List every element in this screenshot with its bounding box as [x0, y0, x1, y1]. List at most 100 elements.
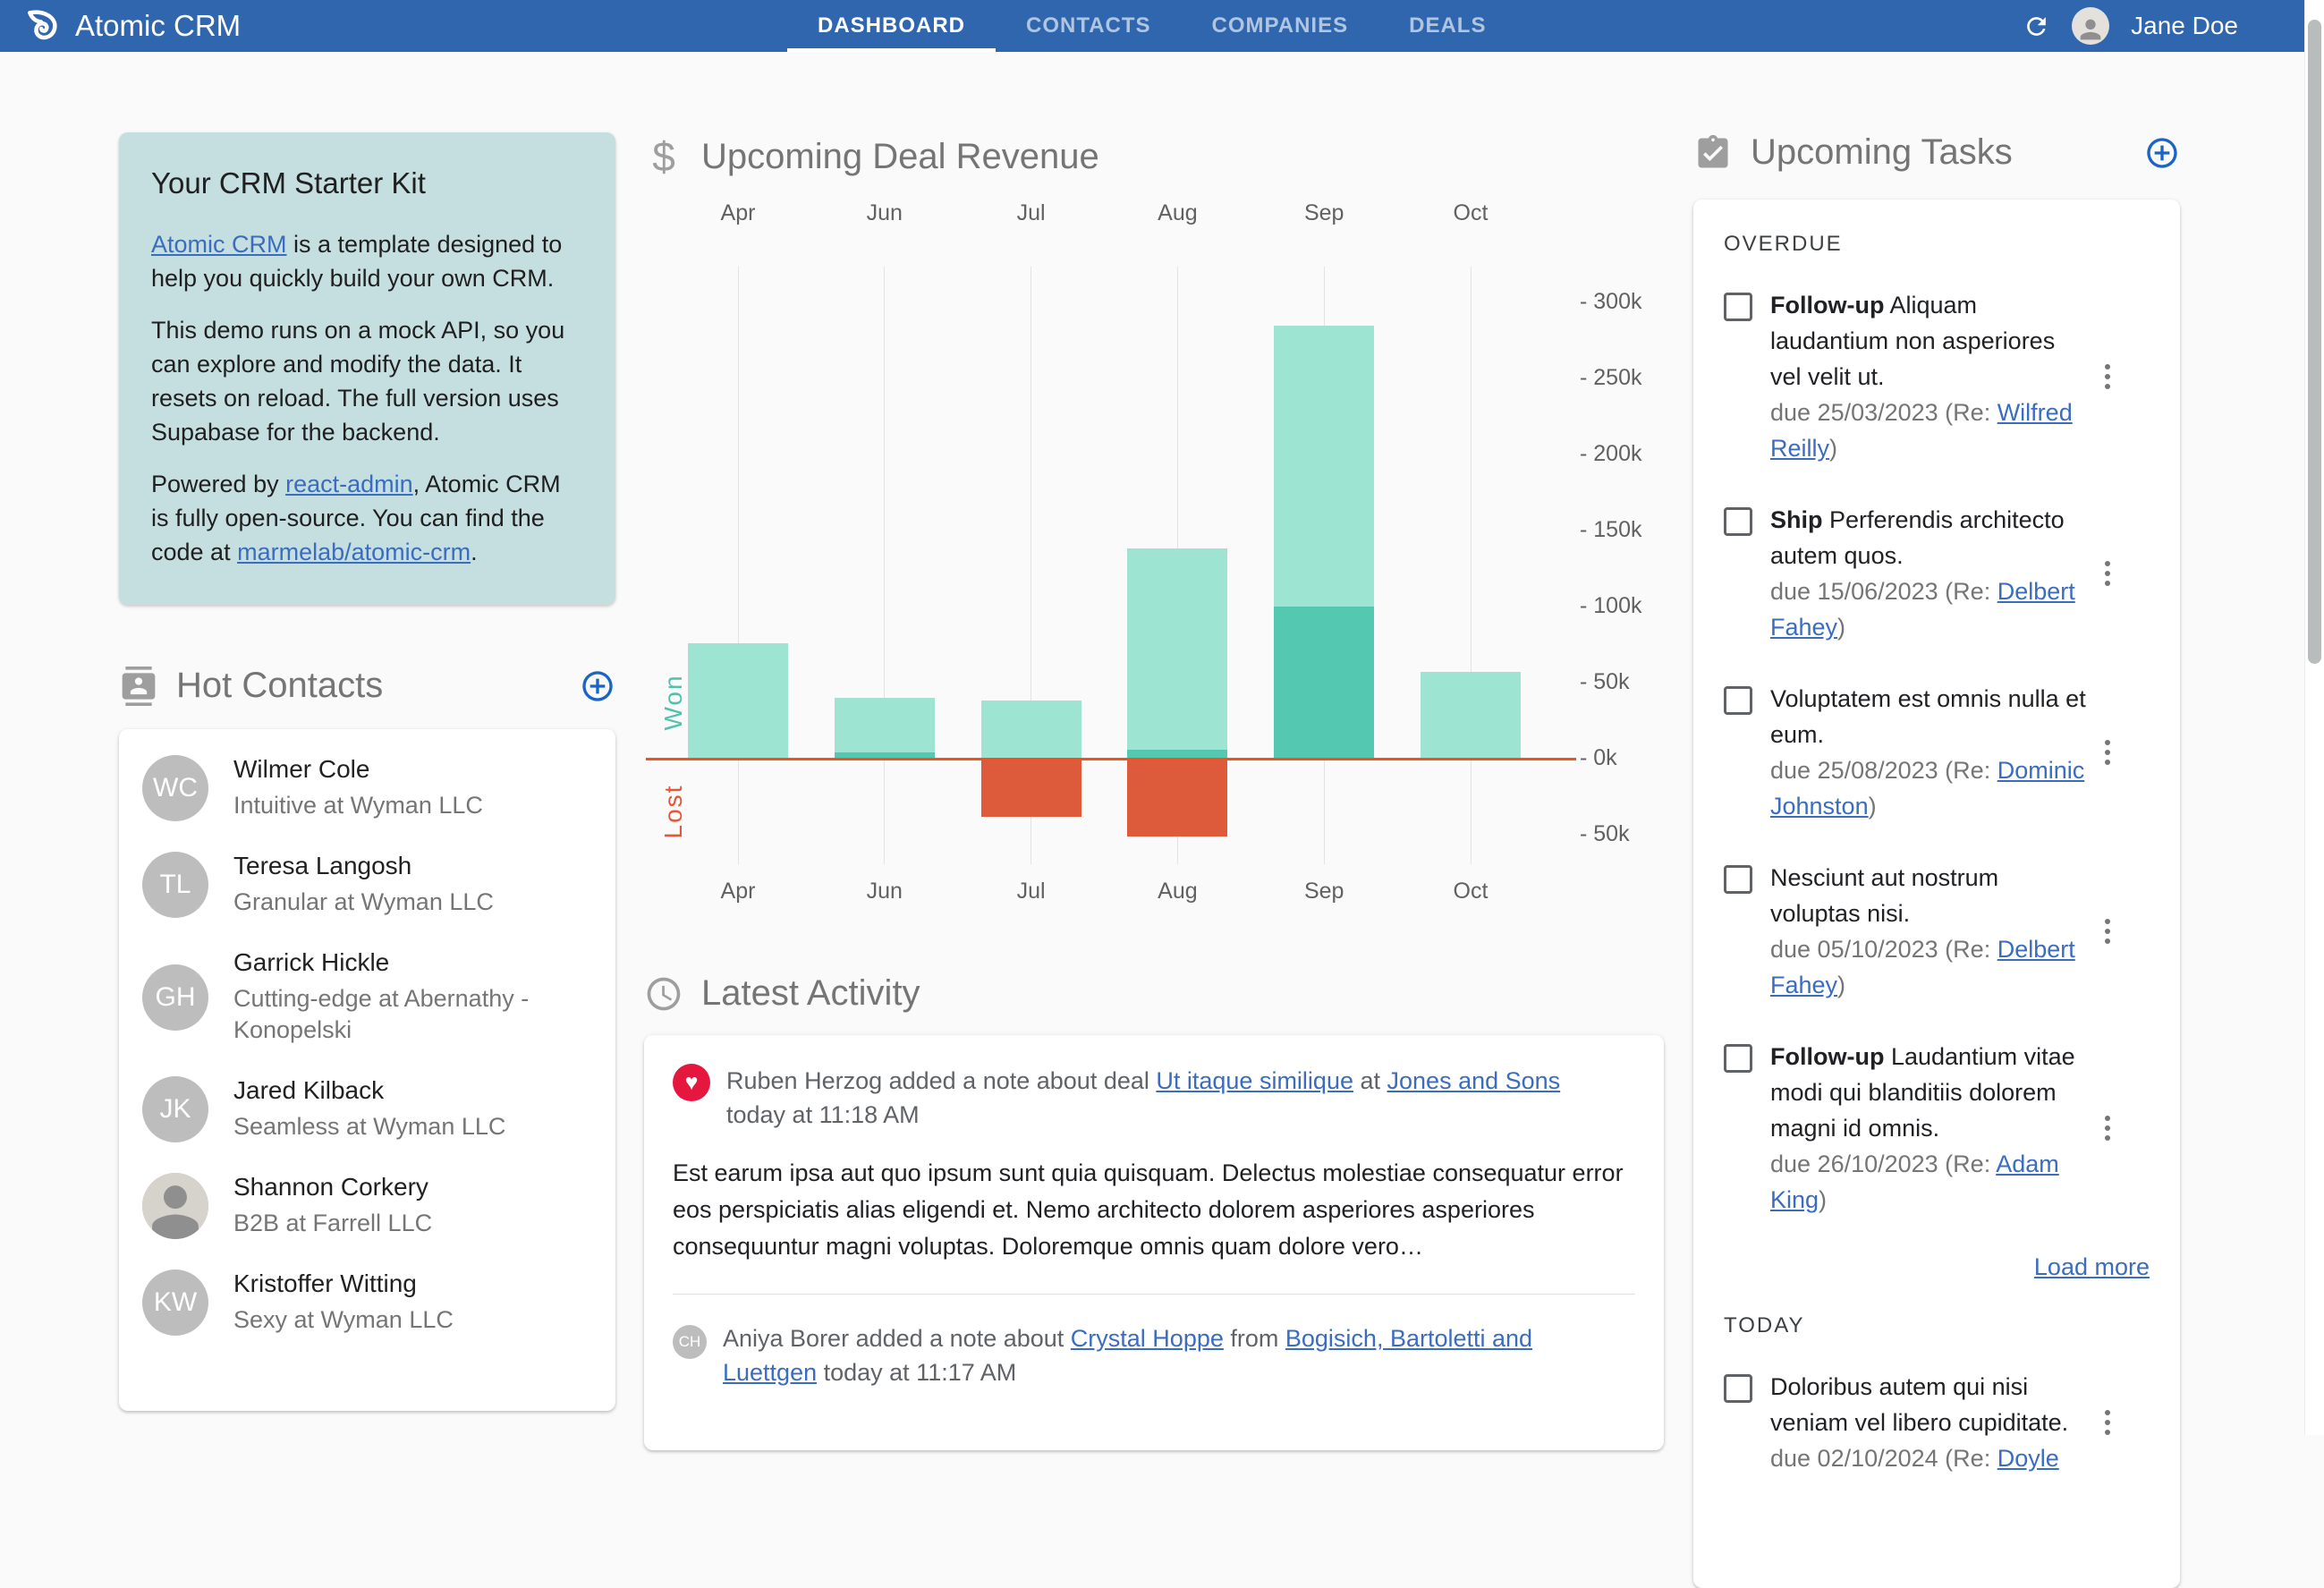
task-due: due 26/10/2023 (Re: Adam King)	[1770, 1151, 2059, 1213]
refresh-icon[interactable]	[2023, 13, 2050, 40]
task-contact-link[interactable]: Adam King	[1770, 1151, 2059, 1213]
task-checkbox[interactable]	[1724, 293, 1752, 321]
user-name: Jane Doe	[2131, 12, 2238, 39]
task-due: due 02/10/2024 (Re: Doyle	[1770, 1445, 2059, 1472]
chart-bar-expected[interactable]	[688, 642, 788, 759]
task-title: Doloribus autem qui nisi veniam vel libe…	[1770, 1373, 2069, 1436]
chart-bar-expected[interactable]	[1421, 672, 1521, 759]
contact-name: Garrick Hickle	[233, 948, 390, 976]
chart-bar-expected[interactable]	[980, 701, 1081, 759]
chart-month-label-top: Aug	[1158, 200, 1198, 225]
activity-link[interactable]: Jones and Sons	[1387, 1067, 1561, 1094]
starter-kit-link[interactable]: Atomic CRM	[151, 231, 287, 258]
chart-bar-expected[interactable]	[1127, 548, 1228, 759]
contact-list-item[interactable]: TL Teresa Langosh Granular at Wyman LLC	[119, 836, 615, 933]
page-scrollbar-thumb[interactable]	[2308, 20, 2321, 664]
task-checkbox[interactable]	[1724, 686, 1752, 715]
contact-initials-avatar: JK	[142, 1076, 208, 1142]
activity-link[interactable]: Ut itaque similique	[1156, 1067, 1353, 1094]
task-section-label: OVERDUE	[1724, 232, 1843, 256]
chart-bar-expected[interactable]	[834, 698, 935, 759]
task-kebab-menu-icon[interactable]	[2098, 1369, 2117, 1476]
contact-list-item[interactable]: GH Garrick Hickle Cutting-edge at Abernath…	[119, 933, 615, 1061]
upcoming-tasks-header: Upcoming Tasks	[1693, 132, 2180, 173]
chart-y-tick: - 0k	[1580, 745, 1617, 770]
activity-divider	[673, 1294, 1635, 1295]
chart-y-tick: - 50k	[1580, 821, 1630, 846]
starter-kit-paragraph: This demo runs on a mock API, so you can…	[151, 313, 583, 449]
contact-list-item[interactable]: KW Kristoffer Witting Sexy at Wyman LLC	[119, 1254, 615, 1351]
task-text: Follow-up Laudantium vitae modi qui blan…	[1770, 1039, 2089, 1218]
chart-y-tick: - 200k	[1580, 441, 1642, 466]
task-item: Follow-up Aliquam laudantium non asperio…	[1718, 287, 2155, 466]
chart-month-label-top: Apr	[720, 200, 756, 225]
task-contact-link[interactable]: Doyle	[1997, 1445, 2059, 1472]
contact-role: Intuitive at Wyman LLC	[233, 792, 483, 819]
activity-text: at	[1353, 1067, 1387, 1094]
add-contact-button[interactable]	[580, 668, 615, 704]
contact-info: Teresa Langosh Granular at Wyman LLC	[233, 852, 494, 918]
task-item: Ship Perferendis architecto autem quos. d…	[1718, 502, 2155, 645]
starter-kit-text: This demo runs on a mock API, so you can…	[151, 317, 565, 446]
activity-link[interactable]: Crystal Hoppe	[1071, 1325, 1224, 1352]
starter-kit-text: .	[471, 539, 478, 565]
task-kebab-menu-icon[interactable]	[2098, 502, 2117, 645]
contact-role: Seamless at Wyman LLC	[233, 1113, 506, 1140]
task-kebab-menu-icon[interactable]	[2098, 1039, 2117, 1218]
task-kebab-menu-icon[interactable]	[2098, 681, 2117, 824]
right-column: Upcoming Tasks OVERDUE Follow-up Aliquam …	[1693, 132, 2180, 1588]
task-kebab-menu-icon[interactable]	[2098, 860, 2117, 1003]
activity-entry: CH Aniya Borer added a note about Crystal…	[673, 1321, 1635, 1389]
contact-name: Wilmer Cole	[233, 755, 370, 783]
starter-kit-paragraph: Atomic CRM is a template designed to hel…	[151, 227, 583, 295]
contact-name: Kristoffer Witting	[233, 1270, 417, 1297]
dollar-icon: $	[652, 133, 675, 180]
nav-tab-contacts[interactable]: CONTACTS	[996, 0, 1182, 52]
starter-kit-paragraphs: Atomic CRM is a template designed to hel…	[151, 227, 583, 569]
chart-y-tick: - 50k	[1580, 669, 1630, 694]
add-task-button[interactable]	[2144, 135, 2180, 171]
brand[interactable]: Atomic CRM	[25, 0, 241, 52]
chart-won-axis-label: Won	[659, 674, 687, 731]
nav-tab-dashboard[interactable]: DASHBOARD	[787, 0, 996, 52]
task-kebab-menu-icon[interactable]	[2098, 287, 2117, 466]
user-avatar[interactable]	[2072, 7, 2110, 45]
starter-kit-text: Powered by	[151, 471, 286, 497]
hot-contacts-card: WC Wilmer Cole Intuitive at Wyman LLC TL Ter…	[119, 729, 615, 1411]
task-checkbox[interactable]	[1724, 1044, 1752, 1073]
nav-tab-companies[interactable]: COMPANIES	[1182, 0, 1379, 52]
contact-list-item[interactable]: JK Jared Kilback Seamless at Wyman LLC	[119, 1061, 615, 1158]
chart-bar-lost[interactable]	[1127, 759, 1228, 836]
contact-list-item[interactable]: WC Wilmer Cole Intuitive at Wyman LLC	[119, 740, 615, 836]
chart-month-label-bottom: Aug	[1158, 879, 1198, 904]
latest-activity-card: ♥ Ruben Herzog added a note about deal Ut…	[644, 1035, 1664, 1450]
deal-revenue-title: Upcoming Deal Revenue	[701, 136, 1099, 176]
activity-text: today at 11:18 AM	[726, 1101, 920, 1128]
chart-month-label-bottom: Jun	[866, 879, 903, 904]
contact-list-item[interactable]: Shannon Corkery B2B at Farrell LLC	[119, 1158, 615, 1254]
starter-kit-link[interactable]: react-admin	[285, 471, 413, 497]
center-column: $ Upcoming Deal Revenue Apr Apr Jun Jun Jul J…	[644, 132, 1664, 1450]
contact-initials-avatar: TL	[142, 852, 208, 918]
task-checkbox[interactable]	[1724, 1374, 1752, 1403]
task-contact-link[interactable]: Delbert Fahey	[1770, 578, 2075, 641]
chart-gridline	[1470, 267, 1472, 864]
chart-month-label-top: Jun	[866, 200, 903, 225]
page-scrollbar-track[interactable]	[2304, 0, 2324, 1435]
task-title: Ship Perferendis architecto autem quos.	[1770, 506, 2065, 569]
chart-bar-won[interactable]	[1274, 607, 1375, 759]
task-item: Doloribus autem qui nisi veniam vel libe…	[1718, 1369, 2155, 1476]
task-contact-link[interactable]: Dominic Johnston	[1770, 757, 2084, 819]
starter-kit-title: Your CRM Starter Kit	[151, 166, 426, 200]
task-title-prefix: Follow-up	[1770, 1043, 1885, 1070]
task-contact-link[interactable]: Wilfred Reilly	[1770, 399, 2073, 462]
load-more-link[interactable]: Load more	[2034, 1253, 2150, 1280]
task-checkbox[interactable]	[1724, 507, 1752, 536]
company-heart-icon: ♥	[673, 1064, 710, 1101]
task-checkbox[interactable]	[1724, 865, 1752, 894]
chart-bar-lost[interactable]	[980, 759, 1081, 817]
starter-kit-link[interactable]: marmelab/atomic-crm	[237, 539, 471, 565]
contact-role: B2B at Farrell LLC	[233, 1210, 433, 1236]
nav-tab-deals[interactable]: DEALS	[1378, 0, 1516, 52]
task-contact-link[interactable]: Delbert Fahey	[1770, 936, 2075, 998]
